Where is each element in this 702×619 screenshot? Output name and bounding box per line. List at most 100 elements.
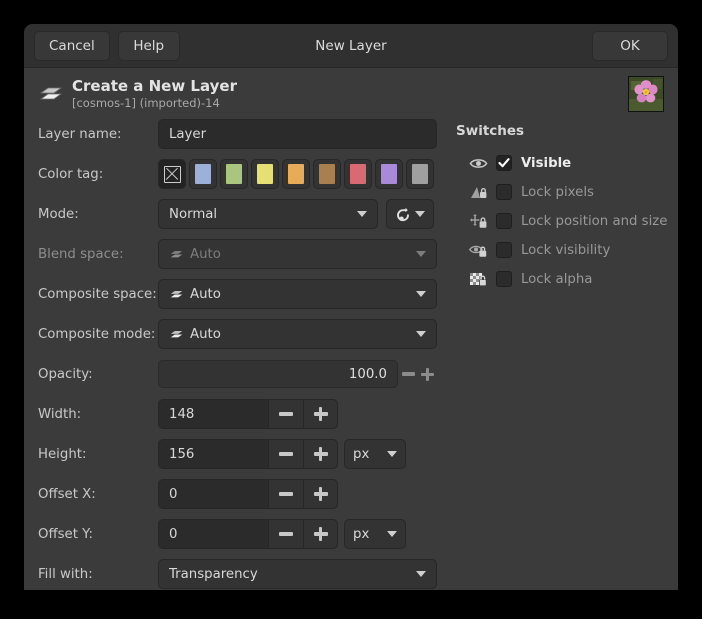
visible-checkbox[interactable] xyxy=(496,155,512,171)
swatch-brown xyxy=(319,164,335,184)
lock-alpha-icon xyxy=(468,270,488,288)
switches-column: Switches Visible xyxy=(442,119,678,590)
offset-y-decrease-button[interactable] xyxy=(268,519,303,549)
swatch-blue xyxy=(195,164,211,184)
plus-icon xyxy=(421,368,434,381)
lock-eye-icon xyxy=(468,241,488,259)
chevron-down-icon xyxy=(416,571,426,577)
height-increase-button[interactable] xyxy=(303,439,338,469)
color-tag-blue[interactable] xyxy=(189,159,217,189)
mode-reset-button[interactable] xyxy=(386,199,434,229)
switches-heading: Switches xyxy=(456,123,678,139)
width-control: 148 xyxy=(158,399,338,429)
size-unit-dropdown[interactable]: px xyxy=(344,439,406,469)
lock-position-label: Lock position and size xyxy=(521,214,667,229)
color-tag-none[interactable] xyxy=(158,159,186,189)
layer-name-control: Layer xyxy=(158,119,437,149)
lock-pixels-label: Lock pixels xyxy=(521,185,594,200)
minus-icon xyxy=(279,412,293,415)
mode-dropdown[interactable]: Normal xyxy=(158,199,378,229)
offset-x-increase-button[interactable] xyxy=(303,479,338,509)
offset-y-increase-button[interactable] xyxy=(303,519,338,549)
width-label: Width: xyxy=(38,407,158,422)
fill-with-label: Fill with: xyxy=(38,567,158,582)
plus-icon xyxy=(314,407,328,421)
offset-x-decrease-button[interactable] xyxy=(268,479,303,509)
swatch-violet xyxy=(381,164,397,184)
layer-options-column: Layer name: Layer Color tag: xyxy=(24,119,442,590)
color-tag-orange[interactable] xyxy=(282,159,310,189)
row-opacity: Opacity: 100.0 xyxy=(38,359,442,389)
composite-mode-label: Composite mode: xyxy=(38,327,158,342)
fill-with-dropdown[interactable]: Transparency xyxy=(158,559,437,589)
lock-position-checkbox[interactable] xyxy=(496,213,512,229)
layers-icon xyxy=(169,327,184,342)
color-tag-brown[interactable] xyxy=(313,159,341,189)
color-tag-gray[interactable] xyxy=(406,159,434,189)
color-tag-green[interactable] xyxy=(220,159,248,189)
color-tag-swatches xyxy=(158,159,434,189)
opacity-control: 100.0 xyxy=(158,360,436,388)
swatch-green xyxy=(226,164,242,184)
height-input[interactable]: 156 xyxy=(158,439,268,469)
blend-space-label: Blend space: xyxy=(38,247,158,262)
composite-mode-dropdown[interactable]: Auto xyxy=(158,319,437,349)
opacity-decrease-button[interactable] xyxy=(400,364,417,384)
size-unit-value: px xyxy=(353,447,369,462)
switch-lock-alpha[interactable]: Lock alpha xyxy=(456,267,678,291)
switch-lock-visibility[interactable]: Lock visibility xyxy=(456,238,678,262)
composite-space-dropdown[interactable]: Auto xyxy=(158,279,437,309)
opacity-slider[interactable]: 100.0 xyxy=(158,360,398,388)
row-offset-x: Offset X: 0 xyxy=(38,479,442,509)
title-strip-text: Create a New Layer [cosmos-1] (imported)… xyxy=(72,78,237,110)
height-decrease-button[interactable] xyxy=(268,439,303,469)
switch-lock-position[interactable]: Lock position and size xyxy=(456,209,678,233)
color-tag-red[interactable] xyxy=(344,159,372,189)
chevron-down-icon xyxy=(387,451,397,457)
width-increase-button[interactable] xyxy=(303,399,338,429)
layers-icon xyxy=(169,287,184,302)
offset-y-control: 0 px xyxy=(158,519,406,549)
row-layer-name: Layer name: Layer xyxy=(38,119,442,149)
row-width: Width: 148 xyxy=(38,399,442,429)
opacity-increase-button[interactable] xyxy=(419,364,436,384)
height-label: Height: xyxy=(38,447,158,462)
row-fill-with: Fill with: Transparency xyxy=(38,559,442,589)
chevron-down-icon xyxy=(415,211,425,217)
chevron-down-icon xyxy=(387,531,397,537)
chevron-down-icon xyxy=(416,331,426,337)
chevron-down-icon xyxy=(416,251,426,257)
switch-lock-pixels[interactable]: Lock pixels xyxy=(456,180,678,204)
switch-visible[interactable]: Visible xyxy=(456,151,678,175)
width-decrease-button[interactable] xyxy=(268,399,303,429)
swatch-orange xyxy=(288,164,304,184)
help-button[interactable]: Help xyxy=(118,31,180,61)
row-blend-space: Blend space: Auto xyxy=(38,239,442,269)
offset-x-input[interactable]: 0 xyxy=(158,479,268,509)
ok-button[interactable]: OK xyxy=(592,31,668,61)
color-tag-yellow[interactable] xyxy=(251,159,279,189)
offset-x-label: Offset X: xyxy=(38,487,158,502)
composite-mode-value: Auto xyxy=(190,327,416,342)
lock-visibility-checkbox[interactable] xyxy=(496,242,512,258)
lock-pixels-checkbox[interactable] xyxy=(496,184,512,200)
offset-y-input[interactable]: 0 xyxy=(158,519,268,549)
blend-space-value: Auto xyxy=(190,247,416,262)
eye-icon xyxy=(468,154,488,172)
lock-alpha-checkbox[interactable] xyxy=(496,271,512,287)
offset-x-control: 0 xyxy=(158,479,338,509)
cancel-button[interactable]: Cancel xyxy=(34,31,110,61)
dialog-body: Layer name: Layer Color tag: xyxy=(24,115,678,590)
composite-space-label: Composite space: xyxy=(38,287,158,302)
layer-name-input[interactable]: Layer xyxy=(158,119,437,149)
check-icon xyxy=(498,157,510,169)
offset-unit-value: px xyxy=(353,527,369,542)
width-input[interactable]: 148 xyxy=(158,399,268,429)
height-control: 156 px xyxy=(158,439,406,469)
lock-position-icon xyxy=(468,212,488,230)
plus-icon xyxy=(314,447,328,461)
swatch-yellow xyxy=(257,164,273,184)
offset-unit-dropdown[interactable]: px xyxy=(344,519,406,549)
color-tag-violet[interactable] xyxy=(375,159,403,189)
layers-icon xyxy=(169,247,184,262)
